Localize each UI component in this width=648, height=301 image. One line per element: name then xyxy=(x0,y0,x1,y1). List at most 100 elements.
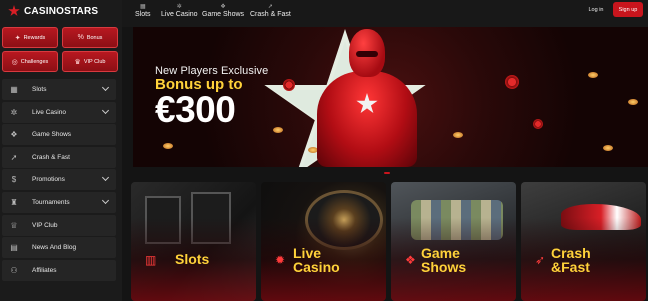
sidebar-nav: ▦ Slots ✲ Live Casino ❖ Game Shows ➚ Cra… xyxy=(2,79,116,282)
tab-live-casino[interactable]: ✲ Live Casino xyxy=(161,4,198,18)
sidebar-item-label: Game Shows xyxy=(32,131,72,139)
promo-amount: €300 xyxy=(155,89,236,130)
coin-graphic xyxy=(628,99,638,105)
card-overlay xyxy=(131,182,256,301)
card-title: Slots xyxy=(175,251,210,267)
vip-icon: ♕ xyxy=(10,220,18,230)
star-logo-icon xyxy=(8,5,20,16)
game-shows-icon: ❖ xyxy=(10,130,18,140)
vip-club-button[interactable]: ♛ VIP Club xyxy=(62,51,118,72)
game-shows-icon: ❖ xyxy=(220,4,226,10)
sidebar-item-game-shows[interactable]: ❖ Game Shows xyxy=(2,124,116,146)
category-card-slots[interactable]: ▥ Slots xyxy=(131,182,256,301)
promo-text: New Players Exclusive Bonus up to €300 xyxy=(155,65,268,128)
vip-club-label: VIP Club xyxy=(83,58,106,65)
card-label: Live Casino xyxy=(293,246,340,274)
tab-game-shows[interactable]: ❖ Game Shows xyxy=(202,4,244,18)
sidebar-item-live-casino[interactable]: ✲ Live Casino xyxy=(2,101,116,123)
card-label: Crash &Fast xyxy=(551,246,591,274)
sidebar-item-label: Affiliates xyxy=(32,266,57,274)
hero-body-graphic xyxy=(317,71,417,167)
sidebar-item-label: Slots xyxy=(32,86,47,93)
signup-button[interactable]: Sign up xyxy=(613,2,643,17)
live-casino-icon: ✲ xyxy=(10,107,18,117)
target-icon: ◎ xyxy=(11,58,18,66)
coin-graphic xyxy=(453,132,463,138)
slots-icon: ▦ xyxy=(10,85,18,94)
chevron-down-icon xyxy=(101,174,110,182)
chevron-down-icon xyxy=(101,106,110,114)
tab-crash-fast[interactable]: ➚ Crash & Fast xyxy=(250,4,291,18)
news-icon: ▤ xyxy=(10,243,18,253)
game-category-cards: ▥ Slots ✹ Live Casino ❖ Game Shows ➶ Cra… xyxy=(129,182,648,301)
tab-label: Game Shows xyxy=(202,11,245,18)
live-casino-icon: ✲ xyxy=(176,4,182,10)
tab-label: Slots xyxy=(135,11,151,18)
bonus-label: Bonus xyxy=(86,34,103,41)
card-title-line2: Shows xyxy=(421,259,467,275)
trophy-icon: ♜ xyxy=(10,197,18,207)
card-overlay xyxy=(521,182,646,301)
promotions-icon: $ xyxy=(11,175,17,185)
sidebar-item-label: Crash & Fast xyxy=(32,153,70,161)
card-title-line2: Casino xyxy=(293,259,340,275)
sidebar-item-vip-club[interactable]: ♕ VIP Club xyxy=(2,214,116,236)
game-shows-icon: ❖ xyxy=(405,253,416,267)
category-card-game-shows[interactable]: ❖ Game Shows xyxy=(391,182,516,301)
card-title-line2: &Fast xyxy=(551,259,590,275)
card-label: Slots xyxy=(175,252,209,266)
coin-graphic xyxy=(273,127,283,133)
sidebar-item-slots[interactable]: ▦ Slots xyxy=(2,79,116,100)
hero-eyes-graphic xyxy=(356,51,378,57)
roulette-icon: ✹ xyxy=(275,253,286,267)
login-button[interactable]: Log in xyxy=(582,3,610,17)
poker-chip-graphic xyxy=(283,79,295,91)
top-nav: ▦ Slots ✲ Live Casino ❖ Game Shows ➚ Cra… xyxy=(122,0,648,27)
tab-slots[interactable]: ▦ Slots xyxy=(135,4,151,18)
carousel-indicator[interactable] xyxy=(384,172,390,174)
coin-graphic xyxy=(163,143,173,149)
rocket-icon: ➶ xyxy=(535,253,546,267)
promo-banner[interactable]: New Players Exclusive Bonus up to €300 xyxy=(133,27,648,167)
slots-icon: ▥ xyxy=(145,253,157,267)
card-title: Game xyxy=(421,245,460,261)
sidebar-item-label: VIP Club xyxy=(32,221,58,229)
brand-logo[interactable]: CASINOSTARS xyxy=(8,3,98,19)
poker-chip-graphic xyxy=(533,119,543,129)
sidebar-item-label: Promotions xyxy=(32,176,65,184)
sidebar-item-label: Tournaments xyxy=(32,198,70,206)
sidebar-item-label: News And Blog xyxy=(32,244,77,252)
casino-page: CASINOSTARS ✦ Rewards % Bonus ◎ Challeng… xyxy=(0,0,648,301)
card-overlay xyxy=(261,182,386,301)
card-overlay xyxy=(391,182,516,301)
card-title: Live xyxy=(293,245,322,261)
coin-graphic xyxy=(588,72,598,78)
sidebar-item-crash-fast[interactable]: ➚ Crash & Fast xyxy=(2,146,116,168)
sidebar-item-affiliates[interactable]: ⚇ Affiliates xyxy=(2,259,116,281)
challenges-button[interactable]: ◎ Challenges xyxy=(2,51,58,72)
chevron-down-icon xyxy=(101,196,110,205)
quick-links: ✦ Rewards % Bonus ◎ Challenges ♛ VIP Clu… xyxy=(2,27,118,72)
chevron-down-icon xyxy=(101,83,110,92)
rewards-button[interactable]: ✦ Rewards xyxy=(2,27,58,48)
challenges-label: Challenges xyxy=(20,58,49,65)
category-card-live-casino[interactable]: ✹ Live Casino xyxy=(261,182,386,301)
superhero-mascot xyxy=(311,27,423,167)
percent-icon: % xyxy=(77,34,84,41)
bonus-button[interactable]: % Bonus xyxy=(62,27,118,48)
crash-icon: ➚ xyxy=(267,4,273,10)
coin-graphic xyxy=(603,145,613,151)
gift-icon: ✦ xyxy=(14,34,21,42)
slots-icon: ▦ xyxy=(139,4,146,10)
sidebar-item-news-and-blog[interactable]: ▤ News And Blog xyxy=(2,237,116,259)
card-label: Game Shows xyxy=(421,246,466,274)
sidebar: CASINOSTARS ✦ Rewards % Bonus ◎ Challeng… xyxy=(0,0,122,301)
sidebar-item-tournaments[interactable]: ♜ Tournaments xyxy=(2,191,116,213)
category-card-crash-fast[interactable]: ➶ Crash &Fast xyxy=(521,182,646,301)
crown-icon: ♛ xyxy=(74,58,81,66)
brand-name: CASINOSTARS xyxy=(24,5,99,17)
poker-chip-graphic xyxy=(505,75,519,89)
sidebar-item-promotions[interactable]: $ Promotions xyxy=(2,169,116,191)
tab-label: Crash & Fast xyxy=(250,11,291,18)
sidebar-item-label: Live Casino xyxy=(32,108,66,116)
